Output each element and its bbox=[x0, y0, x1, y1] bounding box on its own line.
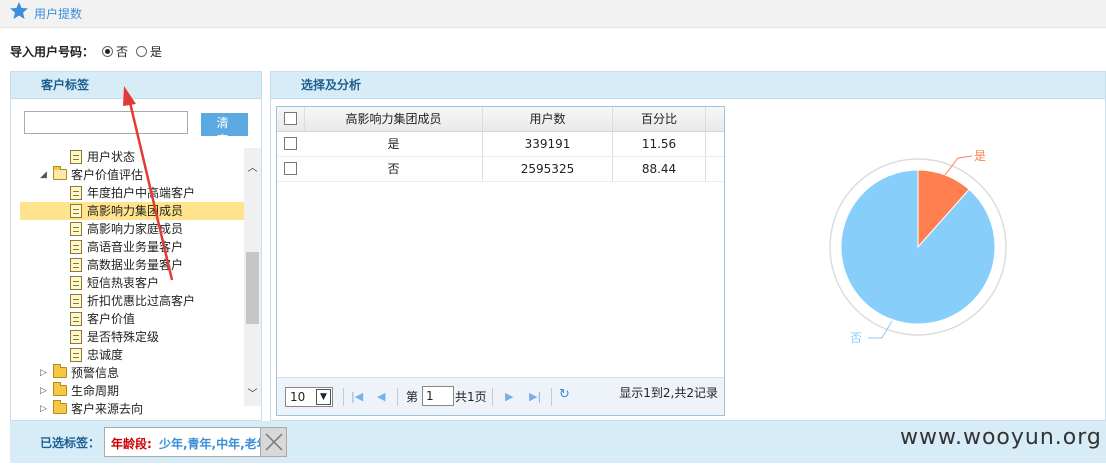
page-total: 共1页 bbox=[455, 390, 487, 404]
tree-item-warning-info[interactable]: ▷ 预警信息 bbox=[20, 364, 244, 382]
remove-tag-icon[interactable] bbox=[260, 428, 286, 456]
tree-scrollbar[interactable]: ︿ ﹀ bbox=[244, 148, 261, 406]
pie-chart: 是 否 bbox=[829, 149, 1007, 345]
import-yes-label: 是 bbox=[150, 44, 163, 59]
page-title: 用户提数 bbox=[34, 7, 83, 21]
column-header-group-member[interactable]: 高影响力集团成员 bbox=[305, 107, 483, 131]
import-no-radio[interactable] bbox=[102, 45, 114, 57]
folder-icon bbox=[53, 364, 67, 378]
folder-open-icon bbox=[53, 166, 67, 180]
pie-slice-no[interactable] bbox=[840, 169, 996, 325]
page-prefix: 第 bbox=[406, 390, 419, 404]
document-icon bbox=[70, 276, 82, 290]
column-header-user-count[interactable]: 用户数 bbox=[483, 107, 613, 131]
document-icon bbox=[70, 240, 82, 254]
pie-label-yes: 是 bbox=[974, 149, 986, 163]
collapsed-arrow-icon[interactable]: ▷ bbox=[40, 400, 47, 418]
pie-label-no: 否 bbox=[850, 331, 862, 345]
folder-icon bbox=[53, 382, 67, 396]
prev-page-icon[interactable]: ◀ bbox=[377, 388, 385, 406]
tree-item-customer-value[interactable]: 客户价值 bbox=[20, 310, 244, 328]
annotation-arrow-icon bbox=[123, 86, 174, 281]
document-icon bbox=[70, 186, 82, 200]
selected-tags-label: 已选标签： bbox=[40, 436, 101, 450]
document-icon bbox=[70, 150, 82, 164]
last-page-icon[interactable]: ▶| bbox=[529, 388, 541, 406]
document-icon bbox=[70, 204, 82, 218]
scroll-up-icon[interactable]: ︿ bbox=[244, 160, 261, 177]
star-icon bbox=[10, 2, 28, 19]
page-number-input[interactable]: 1 bbox=[422, 386, 454, 406]
tree-item-customer-source[interactable]: ▷ 客户来源去向 bbox=[20, 400, 244, 418]
collapsed-arrow-icon[interactable]: ▷ bbox=[40, 382, 47, 400]
collapsed-arrow-icon[interactable]: ▷ bbox=[40, 364, 47, 382]
selected-tag: 年龄段: 少年,青年,中年,老年 bbox=[104, 427, 287, 457]
tree-item-high-discount[interactable]: 折扣优惠比过高客户 bbox=[20, 292, 244, 310]
first-page-icon[interactable]: |◀ bbox=[351, 388, 363, 406]
document-icon bbox=[70, 258, 82, 272]
scroll-down-icon[interactable]: ﹀ bbox=[244, 386, 261, 403]
top-bar: 用户提数 bbox=[0, 0, 1106, 28]
page-size-select[interactable]: 10 ▼ bbox=[285, 387, 333, 407]
watermark: www.wooyun.org bbox=[900, 425, 1102, 450]
chevron-down-icon[interactable]: ▼ bbox=[316, 389, 331, 405]
clear-button[interactable]: 清 空 bbox=[201, 113, 248, 147]
row-checkbox[interactable] bbox=[284, 162, 297, 175]
import-no-label: 否 bbox=[116, 44, 129, 59]
pagination-bar: 10 ▼ |◀ ◀ 第 1 共1页 ▶ ▶| ↻ 显示1到2,共2记录 bbox=[277, 377, 724, 415]
document-icon bbox=[70, 294, 82, 308]
tree-item-life-cycle[interactable]: ▷ 生命周期 bbox=[20, 382, 244, 400]
analysis-panel-title: 选择及分析 bbox=[270, 71, 1106, 99]
document-icon bbox=[70, 330, 82, 344]
row-checkbox[interactable] bbox=[284, 137, 297, 150]
next-page-icon[interactable]: ▶ bbox=[505, 388, 513, 406]
table-row[interactable]: 是 339191 11.56 bbox=[277, 132, 724, 157]
table-row[interactable]: 否 2595325 88.44 bbox=[277, 157, 724, 182]
tag-values: 少年,青年,中年,老年 bbox=[159, 437, 269, 451]
tag-key: 年龄段: bbox=[111, 437, 152, 451]
document-icon bbox=[70, 312, 82, 326]
tree-item-special-grade[interactable]: 是否特殊定级 bbox=[20, 328, 244, 346]
expanded-arrow-icon[interactable]: ◢ bbox=[40, 166, 47, 184]
folder-icon bbox=[53, 400, 67, 414]
leader-line-yes bbox=[944, 155, 973, 176]
result-grid: 高影响力集团成员 用户数 百分比 是 339191 11.56 否 259532… bbox=[276, 106, 725, 416]
grid-header: 高影响力集团成员 用户数 百分比 bbox=[277, 107, 724, 132]
import-number-row: 导入用户号码： 否 是 bbox=[10, 42, 162, 60]
tree-item-loyalty[interactable]: 忠诚度 bbox=[20, 346, 244, 364]
column-header-percentage[interactable]: 百分比 bbox=[613, 107, 706, 131]
refresh-icon[interactable]: ↻ bbox=[559, 387, 570, 402]
import-yes-radio[interactable] bbox=[136, 45, 148, 57]
record-info: 显示1到2,共2记录 bbox=[619, 386, 718, 400]
document-icon bbox=[70, 222, 82, 236]
import-number-label: 导入用户号码： bbox=[10, 44, 95, 59]
scrollbar-thumb[interactable] bbox=[246, 252, 259, 324]
document-icon bbox=[70, 348, 82, 362]
select-all-checkbox[interactable] bbox=[284, 112, 297, 125]
